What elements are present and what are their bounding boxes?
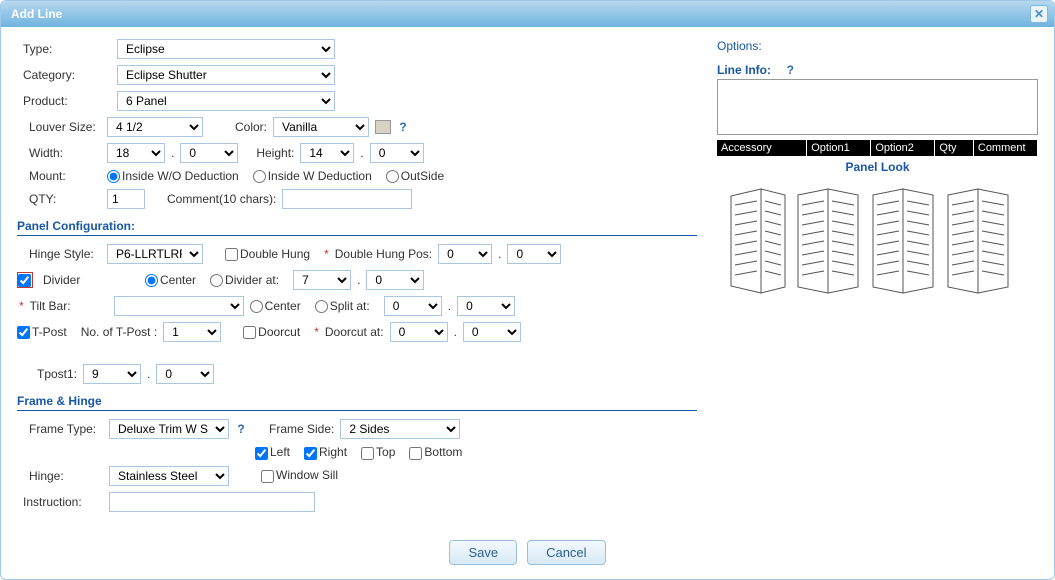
mount-opt2[interactable]: Inside W Deduction <box>253 169 372 183</box>
side-bottom-check[interactable]: Bottom <box>409 445 462 459</box>
louver-label: Louver Size: <box>17 120 101 134</box>
tpost1-whole-select[interactable]: 9 <box>83 364 141 384</box>
no-tpost-label: No. of T-Post : <box>81 325 157 339</box>
height-frac-select[interactable]: 0 <box>370 143 424 163</box>
divider-check-wrap[interactable] <box>17 272 33 288</box>
doorcut-at-label: Doorcut at: <box>325 325 384 339</box>
color-help-icon[interactable]: ? <box>397 120 409 134</box>
divider-label: Divider <box>43 273 113 287</box>
dh-pos-whole-select[interactable]: 0 <box>438 244 492 264</box>
tpost-check[interactable]: T-Post <box>17 325 67 339</box>
type-select[interactable]: Eclipse <box>117 39 335 59</box>
dialog-footer: Save Cancel <box>1 532 1054 579</box>
hinge-select[interactable]: Stainless Steel <box>109 466 229 486</box>
doorcut-at-frac-select[interactable]: 0 <box>463 322 521 342</box>
instruction-input[interactable] <box>109 492 315 512</box>
frame-side-label: Frame Side: <box>269 422 334 436</box>
doorcut-check[interactable]: Doorcut <box>243 325 300 339</box>
height-label: Height: <box>256 146 294 160</box>
color-label: Color: <box>235 120 267 134</box>
divider-at-radio[interactable]: Divider at: <box>210 273 279 287</box>
acc-col-option1: Option1 <box>807 140 871 156</box>
frame-side-select[interactable]: 2 Sides <box>340 419 460 439</box>
panel-look-illustration <box>717 178 1038 308</box>
instruction-label: Instruction: <box>17 495 103 509</box>
close-icon[interactable]: ✕ <box>1030 5 1048 23</box>
divider-at-whole-select[interactable]: 7 <box>293 270 351 290</box>
acc-col-option2: Option2 <box>871 140 935 156</box>
comment-label: Comment(10 chars): <box>167 192 276 206</box>
mount-label: Mount: <box>17 169 101 183</box>
acc-col-comment: Comment <box>973 140 1037 156</box>
product-select[interactable]: 6 Panel <box>117 91 335 111</box>
panel-config-header: Panel Configuration: <box>17 219 697 236</box>
side-top-check[interactable]: Top <box>361 445 395 459</box>
double-hung-check[interactable]: Double Hung <box>225 247 310 261</box>
width-label: Width: <box>17 146 101 160</box>
acc-col-qty: Qty <box>935 140 973 156</box>
dialog-titlebar: Add Line ✕ <box>1 1 1054 27</box>
mount-opt3[interactable]: OutSide <box>386 169 444 183</box>
dh-pos-label: Double Hung Pos: <box>335 247 432 261</box>
tilt-bar-label: Tilt Bar: <box>30 299 108 313</box>
acc-col-accessory: Accessory <box>717 140 807 156</box>
color-select[interactable]: Vanilla <box>273 117 369 137</box>
side-left-check[interactable]: Left <box>255 445 290 459</box>
save-button[interactable]: Save <box>449 540 517 565</box>
category-select[interactable]: Eclipse Shutter <box>117 65 335 85</box>
split-at-radio[interactable]: Split at: <box>315 299 370 313</box>
height-whole-select[interactable]: 14 <box>300 143 354 163</box>
width-frac-select[interactable]: 0 <box>180 143 238 163</box>
tilt-bar-select[interactable] <box>114 296 244 316</box>
cancel-button[interactable]: Cancel <box>527 540 605 565</box>
frame-type-select[interactable]: Deluxe Trim W Si <box>109 419 229 439</box>
qty-label: QTY: <box>17 192 101 206</box>
accessory-table: Accessory Option1 Option2 Qty Comment <box>717 140 1038 156</box>
category-label: Category: <box>17 68 111 82</box>
divider-at-frac-select[interactable]: 0 <box>366 270 424 290</box>
line-info-textarea[interactable] <box>717 79 1038 135</box>
mount-opt1[interactable]: Inside W/O Deduction <box>107 169 239 183</box>
tpost1-frac-select[interactable]: 0 <box>156 364 214 384</box>
add-line-dialog: Add Line ✕ Type: Eclipse Category: Eclip… <box>0 0 1055 580</box>
product-label: Product: <box>17 94 111 108</box>
hinge-label: Hinge: <box>17 469 103 483</box>
no-tpost-select[interactable]: 1 <box>163 322 221 342</box>
comment-input[interactable] <box>282 189 412 209</box>
frame-type-label: Frame Type: <box>17 422 103 436</box>
doorcut-at-whole-select[interactable]: 0 <box>390 322 448 342</box>
dialog-title: Add Line <box>11 7 62 21</box>
side-right-check[interactable]: Right <box>304 445 347 459</box>
type-label: Type: <box>17 42 111 56</box>
frame-hinge-header: Frame & Hinge <box>17 394 697 411</box>
dh-pos-frac-select[interactable]: 0 <box>507 244 561 264</box>
line-info-help-icon[interactable]: ? <box>784 63 796 77</box>
line-info-label: Line Info: <box>717 63 771 77</box>
panel-look-header: Panel Look <box>717 160 1038 174</box>
hinge-style-label: Hinge Style: <box>17 247 101 261</box>
split-at-whole-select[interactable]: 0 <box>384 296 442 316</box>
width-whole-select[interactable]: 18 <box>107 143 165 163</box>
divider-center-radio[interactable]: Center <box>145 273 196 287</box>
frame-type-help-icon[interactable]: ? <box>235 422 247 436</box>
split-at-frac-select[interactable]: 0 <box>457 296 515 316</box>
tilt-center-radio[interactable]: Center <box>250 299 301 313</box>
qty-input[interactable] <box>107 189 145 209</box>
tpost1-label: Tpost1: <box>37 367 77 381</box>
color-swatch <box>375 120 391 134</box>
divider-check <box>18 274 31 287</box>
window-sill-check[interactable]: Window Sill <box>261 468 338 482</box>
hinge-style-select[interactable]: P6-LLRTLRR <box>107 244 203 264</box>
louver-select[interactable]: 4 1/2 <box>107 117 203 137</box>
options-header: Options: <box>717 39 1038 53</box>
